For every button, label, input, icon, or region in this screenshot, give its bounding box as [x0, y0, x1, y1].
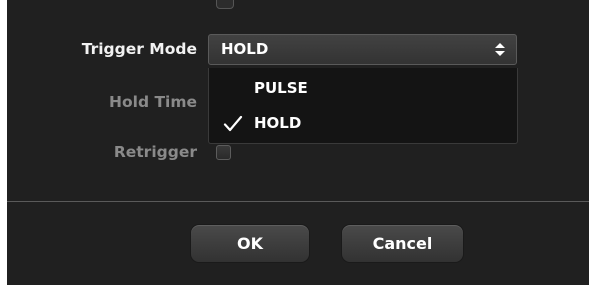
- menu-item-pulse-label: PULSE: [254, 79, 308, 97]
- trigger-mode-selected-value: HOLD: [221, 40, 269, 58]
- menu-item-hold-label: HOLD: [254, 114, 302, 132]
- retrigger-label: Retrigger: [113, 143, 197, 161]
- cancel-button[interactable]: Cancel: [341, 224, 464, 263]
- menu-item-pulse[interactable]: PULSE: [209, 71, 517, 105]
- trigger-mode-select[interactable]: HOLD: [208, 34, 517, 65]
- up-down-chevron-icon: [495, 43, 505, 56]
- menu-item-hold[interactable]: HOLD: [209, 106, 517, 140]
- trigger-mode-dropdown-menu: PULSE HOLD: [208, 68, 518, 144]
- retrigger-checkbox[interactable]: [216, 145, 231, 160]
- cut-off-control[interactable]: [216, 0, 234, 9]
- checkmark-icon: [223, 115, 243, 132]
- ok-button[interactable]: OK: [190, 224, 310, 263]
- trigger-mode-label: Trigger Mode: [81, 40, 197, 58]
- hold-time-label: Hold Time: [109, 93, 197, 111]
- trigger-settings-dialog: Trigger Mode HOLD PULSE HOLD Hold Time R…: [7, 0, 589, 285]
- footer-divider: [7, 201, 589, 202]
